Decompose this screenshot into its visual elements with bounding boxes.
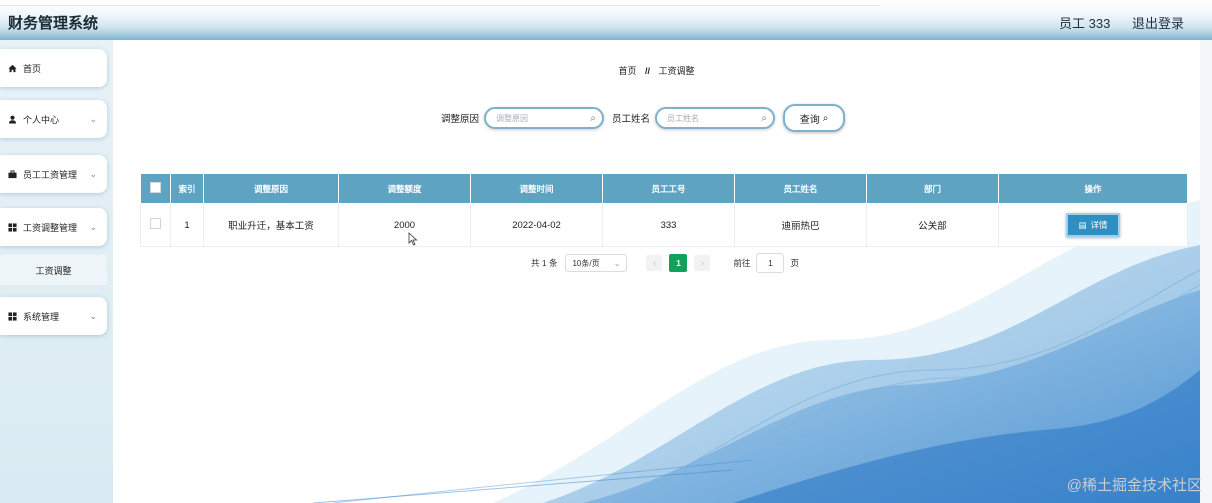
column-header: 部门 — [866, 173, 999, 204]
sidebar-item-label: 员工工资管理 — [23, 169, 78, 180]
mouse-cursor-icon — [408, 232, 418, 249]
table-header-row: 索引 调整原因 调整额度 调整时间 员工工号 员工姓名 部门 操作 — [140, 173, 1188, 204]
cell-reason: 职业升迁，基本工资 — [203, 203, 339, 247]
query-button-label: 查询 — [799, 114, 820, 126]
name-label: 员工姓名 — [612, 114, 651, 125]
chevron-down-icon: ⌄ — [89, 113, 97, 124]
page-size-select[interactable]: 10条/页 ⌄ — [565, 254, 628, 272]
sidebar-item-system[interactable]: 系统管理 ⌄ — [0, 297, 107, 335]
user-icon — [7, 114, 17, 124]
column-header: 员工工号 — [602, 173, 735, 204]
top-header: 财务管理系统 员工 333 退出登录 — [0, 0, 1212, 40]
chevron-down-icon: ⌄ — [89, 168, 97, 179]
breadcrumb-current: 工资调整 — [658, 66, 695, 76]
goto-label: 前往 — [733, 258, 751, 268]
briefcase-icon — [7, 169, 17, 179]
cell-action: ▤ 详情 — [998, 203, 1188, 247]
chevron-left-icon: ‹ — [652, 258, 656, 268]
sidebar-item-salary[interactable]: 员工工资管理 ⌄ — [0, 155, 107, 193]
breadcrumb: 首页 // 工资调整 — [113, 64, 1200, 77]
column-header: 调整原因 — [203, 173, 339, 204]
main-content: 首页 // 工资调整 调整原因 调整原因 ⌕ 员工姓名 员工姓名 ⌕ 查询 ⌕ … — [113, 40, 1200, 503]
cell-dept: 公关部 — [866, 203, 999, 247]
breadcrumb-home[interactable]: 首页 — [618, 66, 636, 76]
column-header: 调整额度 — [338, 173, 471, 204]
chevron-right-icon: › — [700, 258, 704, 268]
breadcrumb-separator: // — [644, 66, 650, 76]
reason-search-input[interactable]: 调整原因 ⌕ — [484, 107, 605, 129]
detail-button-label: 详情 — [1090, 220, 1108, 230]
cell-index: 1 — [170, 203, 204, 247]
search-icon: ⌕ — [822, 112, 829, 124]
select-all-checkbox[interactable] — [140, 173, 171, 204]
cell-emp-name: 迪丽热巴 — [734, 203, 867, 247]
sidebar-subitem-salary-adjust[interactable]: 工资调整 — [0, 255, 107, 285]
header-user-area: 员工 333 退出登录 — [1041, 13, 1184, 32]
salary-adjust-table: 索引 调整原因 调整额度 调整时间 员工工号 员工姓名 部门 操作 1 职业升迁… — [140, 173, 1188, 247]
next-page-button[interactable]: › — [694, 255, 711, 271]
document-icon: ▤ — [1078, 219, 1087, 230]
search-icon: ⌕ — [761, 112, 768, 124]
current-user[interactable]: 员工 333 — [1059, 16, 1110, 31]
table-row: 1 职业升迁，基本工资 2000 2022-04-02 333 迪丽热巴 公关部… — [140, 203, 1188, 247]
chevron-down-icon: ⌄ — [89, 310, 97, 321]
row-checkbox[interactable] — [140, 203, 171, 247]
search-bar: 调整原因 调整原因 ⌕ 员工姓名 员工姓名 ⌕ 查询 ⌕ — [441, 104, 846, 132]
query-button[interactable]: 查询 ⌕ — [783, 104, 846, 132]
sidebar-item-home[interactable]: 首页 — [0, 49, 107, 87]
name-search-input[interactable]: 员工姓名 ⌕ — [655, 107, 776, 129]
reason-label: 调整原因 — [441, 114, 480, 125]
name-placeholder: 员工姓名 — [667, 113, 700, 123]
column-header: 索引 — [170, 173, 204, 204]
column-header: 调整时间 — [470, 173, 603, 204]
sidebar-item-salary-adjust[interactable]: 工资调整管理 ⌄ — [0, 208, 107, 246]
app-title: 财务管理系统 — [8, 15, 99, 32]
cell-emp-no: 333 — [602, 203, 735, 247]
sidebar: 首页 个人中心 ⌄ 员工工资管理 ⌄ 工资调整管理 ⌄ 工资调整 系统管理 ⌄ — [0, 40, 113, 503]
prev-page-button[interactable]: ‹ — [646, 255, 663, 271]
column-header: 员工姓名 — [734, 173, 867, 204]
sidebar-item-label: 工资调整管理 — [23, 222, 78, 233]
pagination: 共 1 条 10条/页 ⌄ ‹ 1 › 前往 1 页 — [531, 253, 799, 273]
chevron-down-icon: ⌄ — [89, 221, 97, 232]
reason-placeholder: 调整原因 — [496, 113, 529, 123]
sidebar-item-label: 首页 — [23, 63, 42, 74]
sidebar-item-personal[interactable]: 个人中心 ⌄ — [0, 100, 107, 138]
detail-button[interactable]: ▤ 详情 — [1066, 213, 1120, 237]
home-icon — [7, 63, 17, 73]
goto-page-input[interactable]: 1 — [756, 253, 785, 273]
column-header: 操作 — [998, 173, 1188, 204]
scrollbar-track[interactable] — [1200, 40, 1212, 503]
sidebar-item-label: 系统管理 — [23, 311, 60, 322]
grid-icon — [7, 222, 17, 232]
page-unit-label: 页 — [790, 258, 799, 268]
current-page-button[interactable]: 1 — [669, 254, 688, 272]
cell-amount: 2000 — [338, 203, 471, 247]
grid-icon — [7, 311, 17, 321]
cell-time: 2022-04-02 — [470, 203, 603, 247]
watermark: @稀土掘金技术社区 — [1066, 477, 1202, 494]
search-icon: ⌕ — [590, 112, 597, 124]
header-top-strip — [0, 0, 880, 6]
sidebar-item-label: 个人中心 — [23, 114, 60, 125]
pager-total: 共 1 条 — [531, 258, 558, 268]
chevron-down-icon: ⌄ — [613, 258, 621, 268]
page-size-value: 10条/页 — [572, 258, 600, 268]
logout-link[interactable]: 退出登录 — [1132, 16, 1184, 31]
